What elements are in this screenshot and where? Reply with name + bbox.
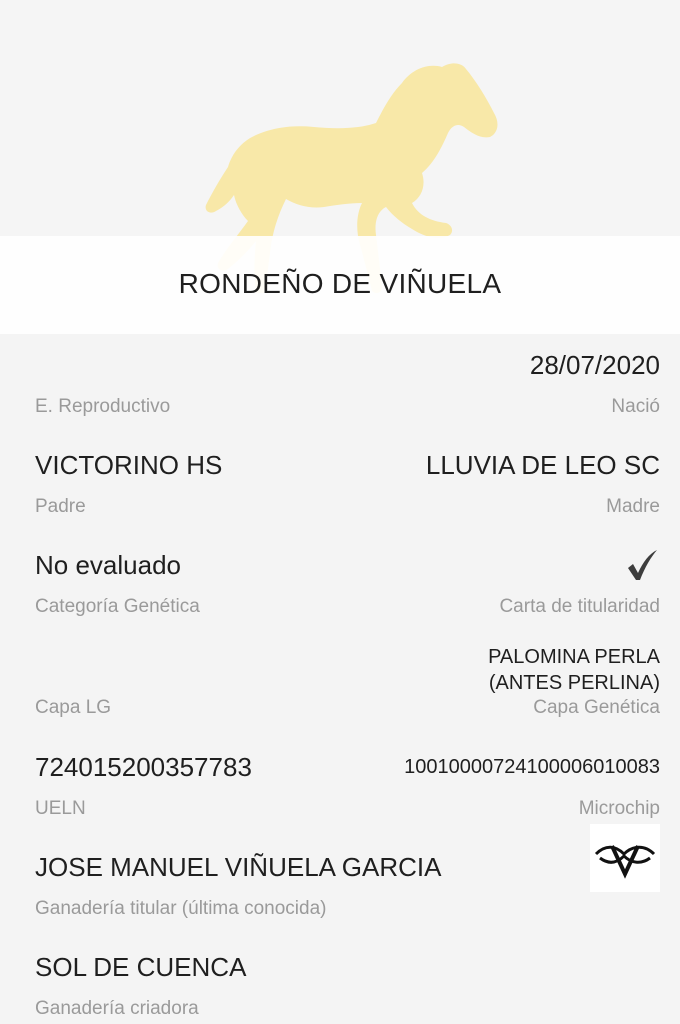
ganaderia-criadora-label: Ganadería criadora [35, 998, 199, 1019]
madre-label: Madre [606, 496, 660, 517]
ganaderia-criadora-value[interactable]: SOL DE CUENCA [35, 952, 246, 983]
categoria-genetica-value: No evaluado [35, 550, 181, 580]
checkmark-icon [628, 550, 657, 580]
row-ganaderia-criadora: SOL DE CUENCA Ganadería criadora [35, 952, 660, 1024]
horse-detail-page: RONDEÑO DE VIÑUELA 28/07/2020 E. Reprodu… [0, 0, 680, 1024]
row-reproductivo-nacio: 28/07/2020 E. Reproductivo Nació [35, 350, 660, 450]
horse-name-title: RONDEÑO DE VIÑUELA [178, 268, 502, 299]
row-categoria-carta: No evaluado Categoría Genética Carta de … [35, 550, 660, 650]
row-ueln-microchip: 724015200357783 100100007241000060100​83… [35, 752, 660, 852]
ganaderia-titular-label: Ganadería titular (última conocida) [35, 898, 327, 919]
ganaderia-brand-icon [590, 824, 660, 892]
microchip-label: Microchip [578, 798, 660, 819]
categoria-genetica-label: Categoría Genética [35, 596, 200, 617]
row-padre-madre: VICTORINO HS LLUVIA DE LEO SC Padre Madr… [35, 450, 660, 550]
capa-genetica-label: Capa Genética [533, 697, 660, 718]
nacio-label: Nació [611, 396, 660, 417]
microchip-value: 100100007241000060100​83 [404, 756, 660, 778]
capa-lg-label: Capa LG [35, 697, 112, 718]
carta-titularidad-label: Carta de titularidad [499, 596, 660, 617]
padre-label: Padre [35, 496, 86, 517]
capa-genetica-value: PALOMINA PERLA (ANTES PERLINA) [488, 644, 660, 696]
ueln-value: 724015200357783 [35, 752, 252, 782]
ganaderia-titular-value[interactable]: JOSE MANUEL VIÑUELA GARCIA [35, 852, 441, 883]
estado-reproductivo-label: E. Reproductivo [35, 396, 171, 417]
row-capa: PALOMINA PERLA (ANTES PERLINA) Capa LG C… [35, 644, 660, 744]
capa-genetica-line1: PALOMINA PERLA [488, 646, 660, 668]
padre-value[interactable]: VICTORINO HS [35, 450, 222, 481]
row-ganaderia-titular: JOSE MANUEL VIÑUELA GARCIA Ganadería tit… [35, 824, 660, 952]
madre-value[interactable]: LLUVIA DE LEO SC [426, 450, 660, 481]
capa-genetica-line2: (ANTES PERLINA) [488, 672, 660, 694]
ueln-label: UELN [35, 798, 86, 819]
nacio-value: 28/07/2020 [529, 350, 660, 380]
